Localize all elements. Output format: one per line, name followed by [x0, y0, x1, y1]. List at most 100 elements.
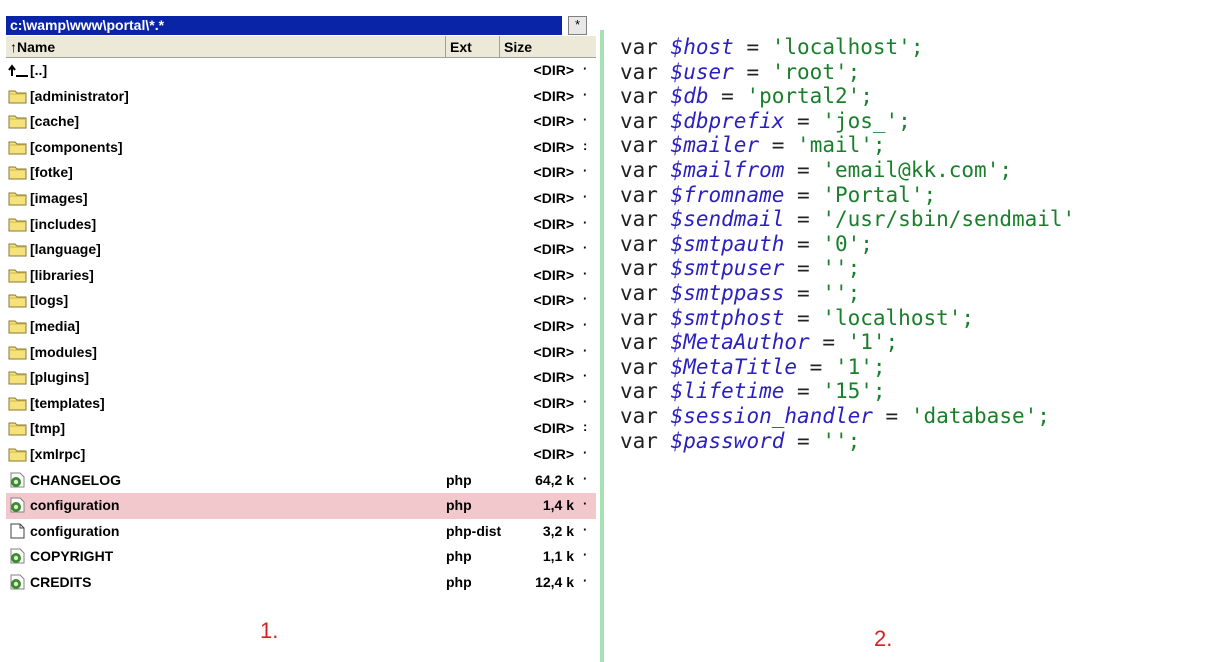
file-row[interactable]: [fotke] <DIR> ·	[6, 160, 596, 186]
folder-icon	[8, 420, 27, 436]
file-row[interactable]: [logs] <DIR> ·	[6, 288, 596, 314]
code-keyword: var	[620, 428, 658, 453]
folder-icon	[8, 267, 27, 283]
code-line: var $mailfrom = 'email@kk.com';	[620, 158, 1012, 182]
folder-icon	[8, 113, 27, 129]
file-name: [cache]	[30, 113, 80, 130]
file-row[interactable]: CREDITS php 12,4 k ·	[6, 570, 596, 596]
code-variable: $user	[670, 59, 734, 84]
file-row[interactable]: [templates] <DIR> ·	[6, 391, 596, 417]
php-file-icon	[8, 472, 27, 488]
file-row[interactable]: [language] <DIR> ·	[6, 237, 596, 263]
truncated-column-marker: ·	[583, 265, 588, 281]
code-line: var $smtpauth = '0';	[620, 231, 873, 256]
file-row[interactable]: [cache] <DIR> ·	[6, 109, 596, 135]
code-value: '1';	[834, 354, 886, 379]
file-row[interactable]: [includes] <DIR> ·	[6, 212, 596, 238]
code-keyword: var	[620, 305, 658, 330]
code-variable: $smtpauth	[670, 231, 785, 256]
code-variable: $smtphost	[670, 305, 785, 330]
code-variable: $mailfrom	[670, 158, 785, 182]
truncated-column-marker: ·	[583, 496, 588, 512]
file-row[interactable]: [components] <DIR>:	[6, 135, 596, 161]
truncated-column-marker: ·	[583, 368, 588, 384]
file-size: <DIR>	[533, 189, 574, 206]
file-row[interactable]: [tmp] <DIR>:	[6, 416, 596, 442]
code-line: var $smtpuser = '';	[620, 256, 861, 281]
folder-icon	[8, 164, 27, 180]
file-size: <DIR>	[533, 420, 574, 437]
code-value: '/usr/sbin/sendmail'	[822, 207, 1076, 232]
folder-icon	[8, 344, 27, 360]
code-value: 'root';	[771, 59, 861, 84]
code-value: 'localhost';	[822, 305, 975, 330]
code-value: '0';	[822, 231, 873, 256]
file-row[interactable]: CHANGELOG php 64,2 k ·	[6, 468, 596, 494]
file-size: 64,2 k	[535, 471, 574, 488]
file-row[interactable]: [administrator] <DIR> ·	[6, 84, 596, 110]
folder-icon	[8, 292, 27, 308]
truncated-column-marker: ·	[583, 163, 588, 179]
truncated-column-marker: ·	[583, 444, 588, 460]
code-line: var $user = 'root';	[620, 59, 861, 84]
file-row[interactable]: [libraries] <DIR> ·	[6, 263, 596, 289]
panel-label-1: 1.	[260, 618, 279, 643]
file-name: CHANGELOG	[30, 471, 121, 488]
blank-file-icon	[8, 523, 27, 539]
code-variable: $lifetime	[670, 379, 785, 404]
code-value: 'database';	[910, 404, 1050, 428]
code-variable: $host	[670, 35, 734, 59]
folder-icon	[8, 241, 27, 257]
file-row[interactable]: [..] <DIR> ·	[6, 58, 596, 84]
file-row[interactable]: [images] <DIR> ·	[6, 186, 596, 212]
truncated-column-marker: ·	[583, 188, 588, 204]
column-headers: ↑Name Ext Size	[6, 36, 596, 58]
folder-icon	[8, 318, 27, 334]
path-menu-button[interactable]: *	[568, 16, 587, 35]
file-name: [xmlrpc]	[30, 445, 86, 462]
file-size: <DIR>	[533, 113, 574, 130]
path-bar[interactable]: c:\wamp\www\portal\*.*	[6, 16, 562, 35]
panel-divider	[600, 30, 604, 662]
file-name: CREDITS	[30, 573, 92, 590]
code-line: var $MetaAuthor = '1';	[620, 330, 899, 355]
file-row[interactable]: [plugins] <DIR> ·	[6, 365, 596, 391]
truncated-column-marker: ·	[583, 214, 588, 230]
column-header-ext[interactable]: Ext	[446, 36, 500, 58]
file-row[interactable]: configuration php 1,4 k ·	[6, 493, 596, 519]
truncated-column-marker: ·	[583, 316, 588, 332]
code-keyword: var	[620, 404, 658, 428]
column-header-size[interactable]: Size	[500, 36, 596, 58]
file-row[interactable]: [media] <DIR> ·	[6, 314, 596, 340]
file-size: <DIR>	[533, 292, 574, 309]
code-value: 'email@kk.com';	[822, 158, 1012, 182]
code-keyword: var	[620, 35, 658, 59]
code-variable: $session_handler	[670, 404, 873, 428]
code-line: var $sendmail = '/usr/sbin/sendmail'	[620, 207, 1076, 232]
file-size: <DIR>	[533, 164, 574, 181]
code-variable: $smtppass	[670, 281, 785, 305]
file-row[interactable]: [xmlrpc] <DIR> ·	[6, 442, 596, 468]
code-keyword: var	[620, 281, 658, 305]
file-row[interactable]: COPYRIGHT php 1,1 k ·	[6, 544, 596, 570]
panel-label-2: 2.	[874, 626, 893, 651]
file-name: [fotke]	[30, 164, 73, 181]
code-panel: var $host = 'localhost'; var $user = 'roo…	[620, 0, 1206, 662]
code-line: var $mailer = 'mail';	[620, 133, 886, 158]
file-ext: php	[446, 497, 472, 514]
file-size: <DIR>	[533, 138, 574, 155]
file-row[interactable]: [modules] <DIR> ·	[6, 340, 596, 366]
file-size: <DIR>	[533, 369, 574, 386]
file-name: [tmp]	[30, 420, 65, 437]
file-size: 3,2 k	[542, 522, 574, 539]
file-name: configuration	[30, 497, 120, 514]
file-name: [images]	[30, 189, 88, 206]
folder-icon	[8, 139, 27, 155]
file-row[interactable]: configuration php-dist 3,2 k ·	[6, 519, 596, 545]
truncated-column-marker: ·	[583, 393, 588, 409]
file-name: [plugins]	[30, 369, 90, 386]
truncated-column-marker: ·	[583, 572, 588, 588]
column-header-name[interactable]: ↑Name	[6, 36, 446, 58]
code-line: var $db = 'portal2';	[620, 84, 873, 109]
code-value: '1';	[847, 330, 899, 355]
